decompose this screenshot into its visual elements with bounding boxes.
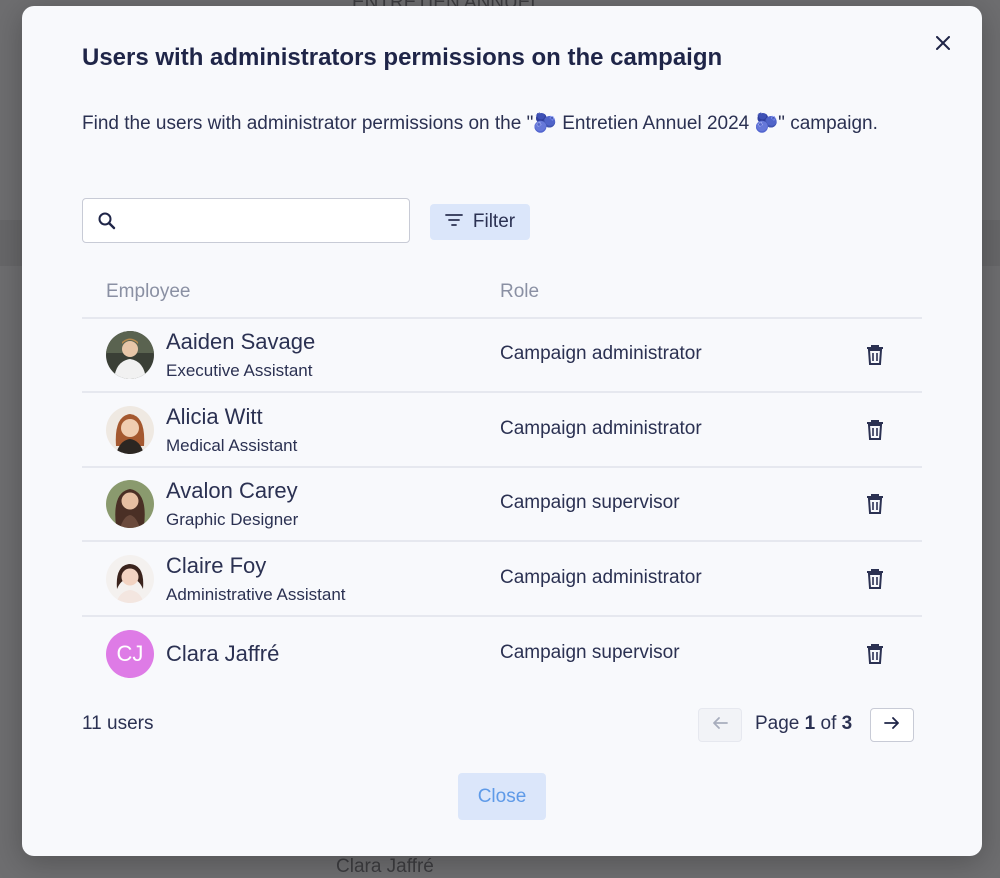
employee-role: Campaign administrator bbox=[500, 567, 702, 588]
close-icon[interactable] bbox=[928, 28, 958, 58]
table-row: Aaiden Savage Executive Assistant Campai… bbox=[82, 319, 922, 393]
avatar-initials: CJ bbox=[106, 630, 154, 678]
trash-icon[interactable] bbox=[866, 643, 884, 670]
close-button[interactable]: Close bbox=[458, 773, 546, 820]
arrow-left-icon bbox=[712, 716, 728, 735]
search-input[interactable] bbox=[127, 205, 401, 238]
employee-job: Graphic Designer bbox=[166, 510, 299, 529]
column-header-employee: Employee bbox=[106, 281, 191, 302]
table-row: Claire Foy Administrative Assistant Camp… bbox=[82, 543, 922, 617]
dialog-description: Find the users with administrator permis… bbox=[82, 113, 878, 134]
filter-label: Filter bbox=[472, 211, 516, 232]
filter-button[interactable]: Filter bbox=[430, 204, 530, 240]
search-field[interactable] bbox=[82, 198, 410, 243]
employee-job: Medical Assistant bbox=[166, 436, 298, 455]
pagination-label: Page 1 of 3 bbox=[755, 713, 853, 734]
employee-name: Aaiden Savage bbox=[166, 329, 316, 354]
avatar bbox=[106, 331, 154, 379]
employee-job: Executive Assistant bbox=[166, 361, 313, 380]
arrow-right-icon bbox=[884, 716, 900, 735]
table-row: CJ Clara Jaffré Campaign supervisor bbox=[82, 617, 922, 691]
employee-name: Clara Jaffré bbox=[166, 641, 280, 666]
employee-name: Claire Foy bbox=[166, 553, 267, 578]
search-icon bbox=[97, 211, 117, 236]
previous-page-button[interactable] bbox=[698, 708, 742, 742]
employee-role: Campaign administrator bbox=[500, 418, 702, 439]
background-row-name: Clara Jaffré bbox=[336, 856, 434, 877]
next-page-button[interactable] bbox=[870, 708, 914, 742]
employee-name: Avalon Carey bbox=[166, 478, 298, 503]
trash-icon[interactable] bbox=[866, 344, 884, 371]
trash-icon[interactable] bbox=[866, 568, 884, 595]
trash-icon[interactable] bbox=[866, 419, 884, 446]
avatar bbox=[106, 406, 154, 454]
employee-role: Campaign supervisor bbox=[500, 492, 680, 513]
filter-icon bbox=[444, 211, 463, 233]
employee-role: Campaign administrator bbox=[500, 343, 702, 364]
employee-job: Administrative Assistant bbox=[166, 585, 346, 604]
table-row: Avalon Carey Graphic Designer Campaign s… bbox=[82, 468, 922, 542]
avatar bbox=[106, 555, 154, 603]
table-row: Alicia Witt Medical Assistant Campaign a… bbox=[82, 394, 922, 468]
dialog-title: Users with administrators permissions on… bbox=[82, 44, 723, 71]
column-header-role: Role bbox=[500, 281, 540, 302]
avatar bbox=[106, 480, 154, 528]
admin-permissions-dialog: Users with administrators permissions on… bbox=[22, 6, 982, 856]
employee-name: Alicia Witt bbox=[166, 404, 263, 429]
user-count: 11 users bbox=[82, 713, 154, 734]
employee-role: Campaign supervisor bbox=[500, 642, 680, 663]
trash-icon[interactable] bbox=[866, 493, 884, 520]
